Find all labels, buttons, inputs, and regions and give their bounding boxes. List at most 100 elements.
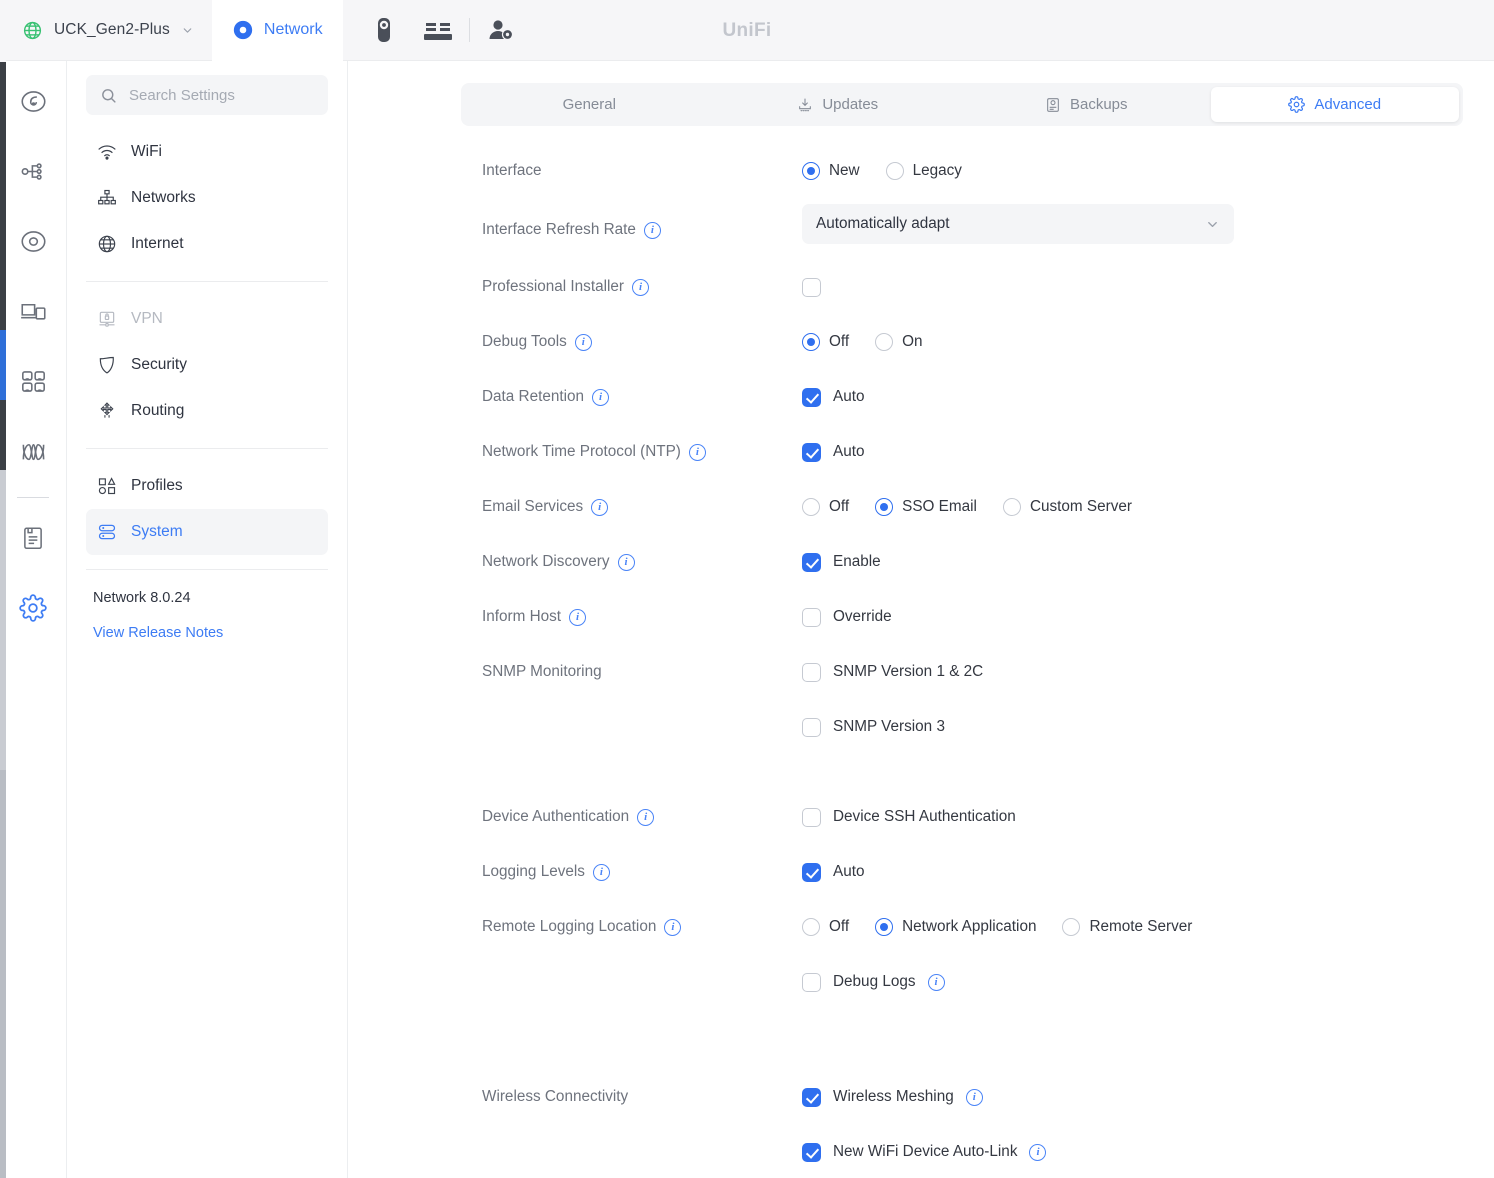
tab-general[interactable]: General: [465, 87, 714, 122]
sidebar-item-routing[interactable]: Routing: [86, 388, 328, 434]
checkbox-snmp-v1-v2c[interactable]: SNMP Version 1 & 2C: [802, 662, 983, 682]
radio-remote-logging-off[interactable]: Off: [802, 918, 849, 936]
info-icon[interactable]: i: [569, 608, 587, 626]
row-email-services: Email Services i Off SSO Email Custom Se…: [348, 491, 1494, 546]
tab-advanced[interactable]: Advanced: [1210, 87, 1459, 122]
unifi-devices-icon[interactable]: [9, 215, 57, 267]
radio-email-off[interactable]: Off: [802, 498, 849, 516]
info-icon[interactable]: i: [664, 918, 682, 936]
settings-icon[interactable]: [9, 582, 57, 634]
sidebar-item-system[interactable]: System: [86, 509, 328, 555]
radio-indicator: [802, 498, 820, 516]
checkbox-network-discovery-enable[interactable]: Enable: [802, 552, 881, 572]
row-control: New Legacy: [802, 155, 962, 187]
tab-label: Updates: [822, 96, 879, 113]
protect-device-icon[interactable]: [357, 0, 411, 61]
version-block: Network 8.0.24 View Release Notes: [86, 584, 328, 642]
interface-refresh-rate-select[interactable]: Automatically adapt: [802, 204, 1234, 244]
info-icon[interactable]: i: [927, 973, 945, 991]
radio-debug-tools-on[interactable]: On: [875, 333, 923, 351]
sidebar-item-internet[interactable]: Internet: [86, 221, 328, 267]
unifi-device-icon[interactable]: [411, 0, 465, 61]
checkbox-label: Device SSH Authentication: [833, 808, 1016, 825]
info-icon[interactable]: i: [591, 498, 609, 516]
checkbox-device-ssh-authentication[interactable]: Device SSH Authentication: [802, 807, 1016, 827]
checkbox-indicator: [802, 717, 821, 737]
checkbox-wireless-meshing[interactable]: Wireless Meshing i: [802, 1087, 983, 1107]
sidebar-divider: [86, 281, 328, 282]
checkbox-data-retention-auto[interactable]: Auto: [802, 387, 865, 407]
checkbox-ntp-auto[interactable]: Auto: [802, 442, 864, 462]
wifi-icon: [97, 142, 117, 162]
checkbox-logging-levels-auto[interactable]: Auto: [802, 862, 864, 882]
info-icon[interactable]: i: [574, 333, 592, 351]
checkbox-indicator: [802, 552, 821, 572]
tab-backups[interactable]: Backups: [962, 87, 1211, 122]
sidebar-item-networks[interactable]: Networks: [86, 175, 328, 221]
radio-remote-logging-remote-server[interactable]: Remote Server: [1062, 918, 1192, 936]
sidebar-item-profiles[interactable]: Profiles: [86, 463, 328, 509]
radio-interface-legacy[interactable]: Legacy: [885, 162, 962, 180]
checkbox-new-wifi-device-auto-link[interactable]: New WiFi Device Auto-Link i: [802, 1142, 1047, 1162]
user-admin-icon[interactable]: [474, 0, 528, 61]
app-tab-network[interactable]: Network: [211, 0, 343, 61]
info-icon[interactable]: i: [643, 221, 661, 239]
radio-label: Remote Server: [1089, 918, 1193, 935]
checkbox-label: Auto: [833, 388, 865, 405]
row-label: Inform Host i: [482, 601, 587, 633]
sidebar-item-label: Networks: [131, 189, 196, 206]
search-settings-box[interactable]: [86, 75, 328, 115]
row-control: SNMP Version 1 & 2C: [802, 656, 983, 688]
view-release-notes-link[interactable]: View Release Notes: [93, 625, 223, 641]
topology-icon[interactable]: [9, 145, 57, 197]
checkbox-professional-installer[interactable]: [802, 277, 821, 297]
checkbox-indicator: [802, 807, 821, 827]
tab-updates[interactable]: Updates: [714, 87, 963, 122]
radio-indicator: [875, 498, 894, 516]
shield-icon: [97, 355, 117, 375]
row-network-time-protocol: Network Time Protocol (NTP) i Auto: [348, 436, 1494, 491]
radio-remote-logging-network-application[interactable]: Network Application: [875, 918, 1036, 936]
row-label: Interface: [482, 162, 542, 179]
wifi-clients-icon[interactable]: [9, 355, 57, 407]
radio-interface-new[interactable]: New: [802, 162, 860, 180]
radio-email-custom-server[interactable]: Custom Server: [1002, 498, 1132, 516]
radio-debug-tools-off[interactable]: Off: [802, 333, 849, 351]
search-input[interactable]: [129, 86, 314, 104]
insights-icon[interactable]: [9, 425, 57, 477]
info-icon[interactable]: i: [592, 863, 610, 881]
row-control: SNMP Version 3: [802, 711, 945, 743]
row-new-wifi-device-auto-link: New WiFi Device Auto-Link i: [348, 1136, 1494, 1178]
row-control: Auto: [802, 381, 864, 413]
console-switcher[interactable]: UCK_Gen2-Plus: [0, 0, 212, 61]
checkbox-inform-host-override[interactable]: Override: [802, 607, 892, 627]
gear-icon: [1288, 96, 1306, 113]
info-icon[interactable]: i: [1029, 1143, 1047, 1161]
radio-label: Off: [829, 498, 850, 515]
client-devices-icon[interactable]: [9, 285, 57, 337]
checkbox-snmp-v3[interactable]: SNMP Version 3: [802, 717, 945, 737]
info-icon[interactable]: i: [688, 443, 706, 461]
dashboard-icon[interactable]: [9, 75, 57, 127]
sidebar-item-wifi[interactable]: WiFi: [86, 129, 328, 175]
sidebar-item-security[interactable]: Security: [86, 342, 328, 388]
checkbox-indicator: [802, 277, 821, 297]
checkbox-debug-logs[interactable]: Debug Logs i: [802, 972, 945, 992]
sidebar-item-vpn[interactable]: VPN: [86, 296, 328, 342]
row-interface-refresh-rate: Interface Refresh Rate i Automatically a…: [348, 204, 1494, 271]
tab-label: Backups: [1069, 96, 1128, 113]
radio-email-sso[interactable]: SSO Email: [875, 498, 977, 516]
info-icon[interactable]: i: [965, 1088, 983, 1106]
sidebar-divider: [86, 569, 328, 570]
info-icon[interactable]: i: [632, 278, 649, 296]
row-label: Logging Levels i: [482, 856, 610, 888]
info-icon[interactable]: i: [637, 808, 655, 826]
download-icon: [797, 97, 813, 113]
row-control: Device SSH Authentication: [802, 801, 1016, 833]
sidebar-item-label: Internet: [131, 235, 184, 252]
checkbox-label: Wireless Meshing: [833, 1088, 954, 1105]
row-control: Auto: [802, 436, 864, 468]
info-icon[interactable]: i: [592, 388, 610, 406]
info-icon[interactable]: i: [617, 553, 635, 571]
logs-icon[interactable]: [9, 512, 57, 564]
